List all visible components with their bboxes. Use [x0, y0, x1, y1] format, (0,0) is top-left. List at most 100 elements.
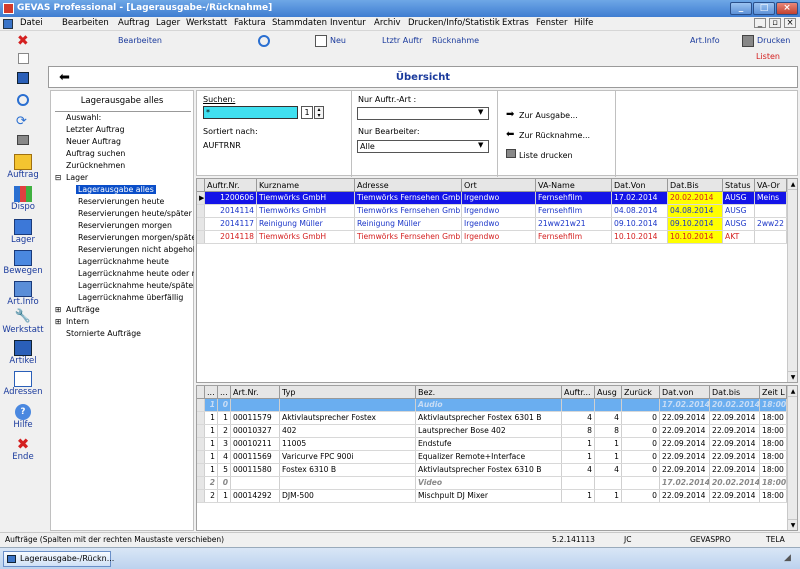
column-header[interactable]: VA-Name: [536, 179, 612, 192]
item-row[interactable]: 1 2 00010327 402 Lautsprecher Bose 402 8 8 0 22.…: [197, 425, 787, 438]
menu-drucken-info-statistik[interactable]: Drucken/Info/Statistik: [408, 18, 500, 28]
tree-item[interactable]: Lagerrücknahme überfällig: [78, 293, 183, 302]
tree-collapse-toggle[interactable]: ⊟: [55, 173, 62, 182]
taskbar-window-button[interactable]: Lagerausgabe-/Rückn...: [3, 551, 114, 567]
menu-stammdaten[interactable]: Stammdaten: [272, 18, 327, 28]
column-header[interactable]: Kurzname: [257, 179, 355, 192]
toolbar-last-order-button[interactable]: Ltztr Auftr: [382, 36, 422, 45]
tree-item[interactable]: Aufträge: [66, 305, 100, 314]
item-row[interactable]: 1 5 00011580 Fostex 6310 B Aktivlautsprecher…: [197, 464, 787, 477]
nav-werkstatt[interactable]: 🔧 Werkstatt: [0, 309, 46, 335]
save-icon[interactable]: [17, 72, 29, 84]
nav-ende[interactable]: ✖ Ende: [0, 436, 46, 462]
item-row[interactable]: 1 1 00011579 Aktivlautsprecher Fostex Aktivl…: [197, 412, 787, 425]
item-row[interactable]: 2 0 Video 17.02.2014 20.02.2014 18:00: [197, 477, 787, 490]
menu-werkstatt[interactable]: Werkstatt: [186, 18, 227, 28]
item-row[interactable]: 1 0 Audio 17.02.2014 20.02.2014 18:00: [197, 399, 787, 412]
menu-fenster[interactable]: Fenster: [536, 18, 568, 28]
tree-item[interactable]: Reservierungen heute: [78, 197, 164, 206]
column-header[interactable]: Dat.von: [660, 386, 710, 399]
search-count-field[interactable]: 1: [301, 106, 313, 119]
refresh-icon[interactable]: ⟳: [16, 114, 27, 129]
column-header[interactable]: ...: [218, 386, 231, 399]
tree-item[interactable]: Lagerrücknahme heute oder m: [78, 269, 194, 278]
item-row[interactable]: 1 3 00010211 11005 Endstufe 1 1 0 22.09.2014 22.0…: [197, 438, 787, 451]
search-icon[interactable]: [258, 35, 270, 47]
tree-item[interactable]: Reservierungen morgen: [78, 221, 172, 230]
print-list-button[interactable]: Liste drucken: [519, 151, 573, 160]
tree-expand-toggle[interactable]: ⊞: [55, 317, 62, 326]
editor-select[interactable]: Alle: [357, 140, 489, 153]
toolbar-return-button[interactable]: Rücknahme: [432, 36, 479, 45]
tree-expand-toggle[interactable]: ⊞: [55, 305, 62, 314]
menu-inventur[interactable]: Inventur: [330, 18, 366, 28]
menu-datei[interactable]: Datei: [20, 18, 43, 28]
column-header[interactable]: Dat.Bis: [668, 179, 723, 192]
nav-bewegen[interactable]: Bewegen: [0, 250, 46, 276]
column-header[interactable]: Ort: [462, 179, 536, 192]
column-header[interactable]: Typ: [280, 386, 416, 399]
menu-bearbeiten[interactable]: Bearbeiten: [62, 18, 109, 28]
order-row[interactable]: 2014117 Reinigung Müller Reinigung Müller I…: [197, 218, 787, 231]
search-spinner[interactable]: ▴ ▾: [314, 106, 324, 119]
nav-art-info[interactable]: Art.Info: [0, 281, 46, 307]
column-header[interactable]: Status: [723, 179, 755, 192]
nav-lager[interactable]: Lager: [0, 219, 46, 245]
tree-item[interactable]: Lagerrücknahme heute/später: [78, 281, 194, 290]
toolbar-art-info-button[interactable]: Art.Info: [690, 36, 720, 45]
resize-grip-icon[interactable]: ◢: [784, 553, 791, 563]
column-header[interactable]: Bez.: [416, 386, 562, 399]
order-type-select[interactable]: [357, 107, 489, 120]
new-checkbox[interactable]: [315, 35, 327, 47]
tree-item[interactable]: Neuer Auftrag: [66, 137, 121, 146]
column-header[interactable]: Dat.Von: [612, 179, 668, 192]
column-header[interactable]: ...: [205, 386, 218, 399]
nav-adressen[interactable]: Adressen: [0, 371, 46, 397]
tree-item[interactable]: Stornierte Aufträge: [66, 329, 141, 338]
item-row[interactable]: 2 1 00014292 DJM-500 Mischpult DJ Mixer 1 1 0 22…: [197, 490, 787, 503]
to-return-button[interactable]: Zur Rücknahme...: [519, 131, 590, 140]
mdi-restore-button[interactable]: ▫: [769, 18, 781, 28]
toolbar-print-button[interactable]: Drucken: [757, 36, 790, 45]
menu-extras[interactable]: Extras: [502, 18, 529, 28]
close-button[interactable]: ×: [776, 2, 798, 15]
tree-item[interactable]: Reservierungen nicht abgeholt: [78, 245, 194, 254]
toolbar-new-button[interactable]: Neu: [330, 36, 346, 45]
column-header[interactable]: Auftr...: [562, 386, 595, 399]
column-header[interactable]: Adresse: [355, 179, 462, 192]
menu-faktura[interactable]: Faktura: [234, 18, 266, 28]
chevron-down-icon[interactable]: ▼: [478, 141, 483, 149]
column-header[interactable]: Zeit L: [760, 386, 787, 399]
cancel-icon[interactable]: ✖: [17, 33, 29, 49]
maximize-button[interactable]: □: [753, 2, 775, 15]
minimize-button[interactable]: _: [730, 2, 752, 15]
nav-dispo[interactable]: Dispo: [0, 186, 46, 212]
nav-artikel[interactable]: Artikel: [0, 340, 46, 366]
tree-item[interactable]: Letzter Auftrag: [66, 125, 125, 134]
column-header[interactable]: Zurück: [622, 386, 660, 399]
title-bar[interactable]: GEVAS Professional - [Lagerausgabe-/Rück…: [0, 0, 800, 17]
tree-item[interactable]: Auftrag suchen: [66, 149, 125, 158]
tree-item[interactable]: Reservierungen heute/später: [78, 209, 192, 218]
orders-table-scrollbar[interactable]: ▲ ▼: [787, 179, 797, 382]
to-issue-button[interactable]: Zur Ausgabe...: [519, 111, 578, 120]
menu-auftrag[interactable]: Auftrag: [118, 18, 149, 28]
tree-item-lager[interactable]: Lager: [66, 173, 88, 182]
column-header[interactable]: VA-Or: [755, 179, 787, 192]
chevron-down-icon[interactable]: ▼: [478, 108, 483, 116]
order-row[interactable]: ▶ 1200606 Tiemwörks GmbH Tiemwörks Fernsehe…: [197, 192, 787, 205]
nav-auftrag[interactable]: Auftrag: [0, 154, 46, 180]
mdi-close-button[interactable]: ×: [784, 18, 796, 28]
tree-item-selected[interactable]: Lagerausgabe alles: [76, 185, 156, 194]
menu-hilfe[interactable]: Hilfe: [574, 18, 593, 28]
column-header[interactable]: Auftr.Nr.: [205, 179, 257, 192]
column-header[interactable]: Art.Nr.: [231, 386, 280, 399]
column-header[interactable]: Ausg: [595, 386, 622, 399]
tree-item[interactable]: Zurücknehmen: [66, 161, 125, 170]
blank-page-icon[interactable]: [18, 53, 29, 64]
column-header[interactable]: Dat.bis: [710, 386, 760, 399]
item-row[interactable]: 1 4 00011569 Varicurve FPC 900i Equalizer Re…: [197, 451, 787, 464]
tree-item[interactable]: Reservierungen morgen/später: [78, 233, 194, 242]
menu-lager[interactable]: Lager: [156, 18, 180, 28]
search-input[interactable]: *: [203, 106, 298, 119]
